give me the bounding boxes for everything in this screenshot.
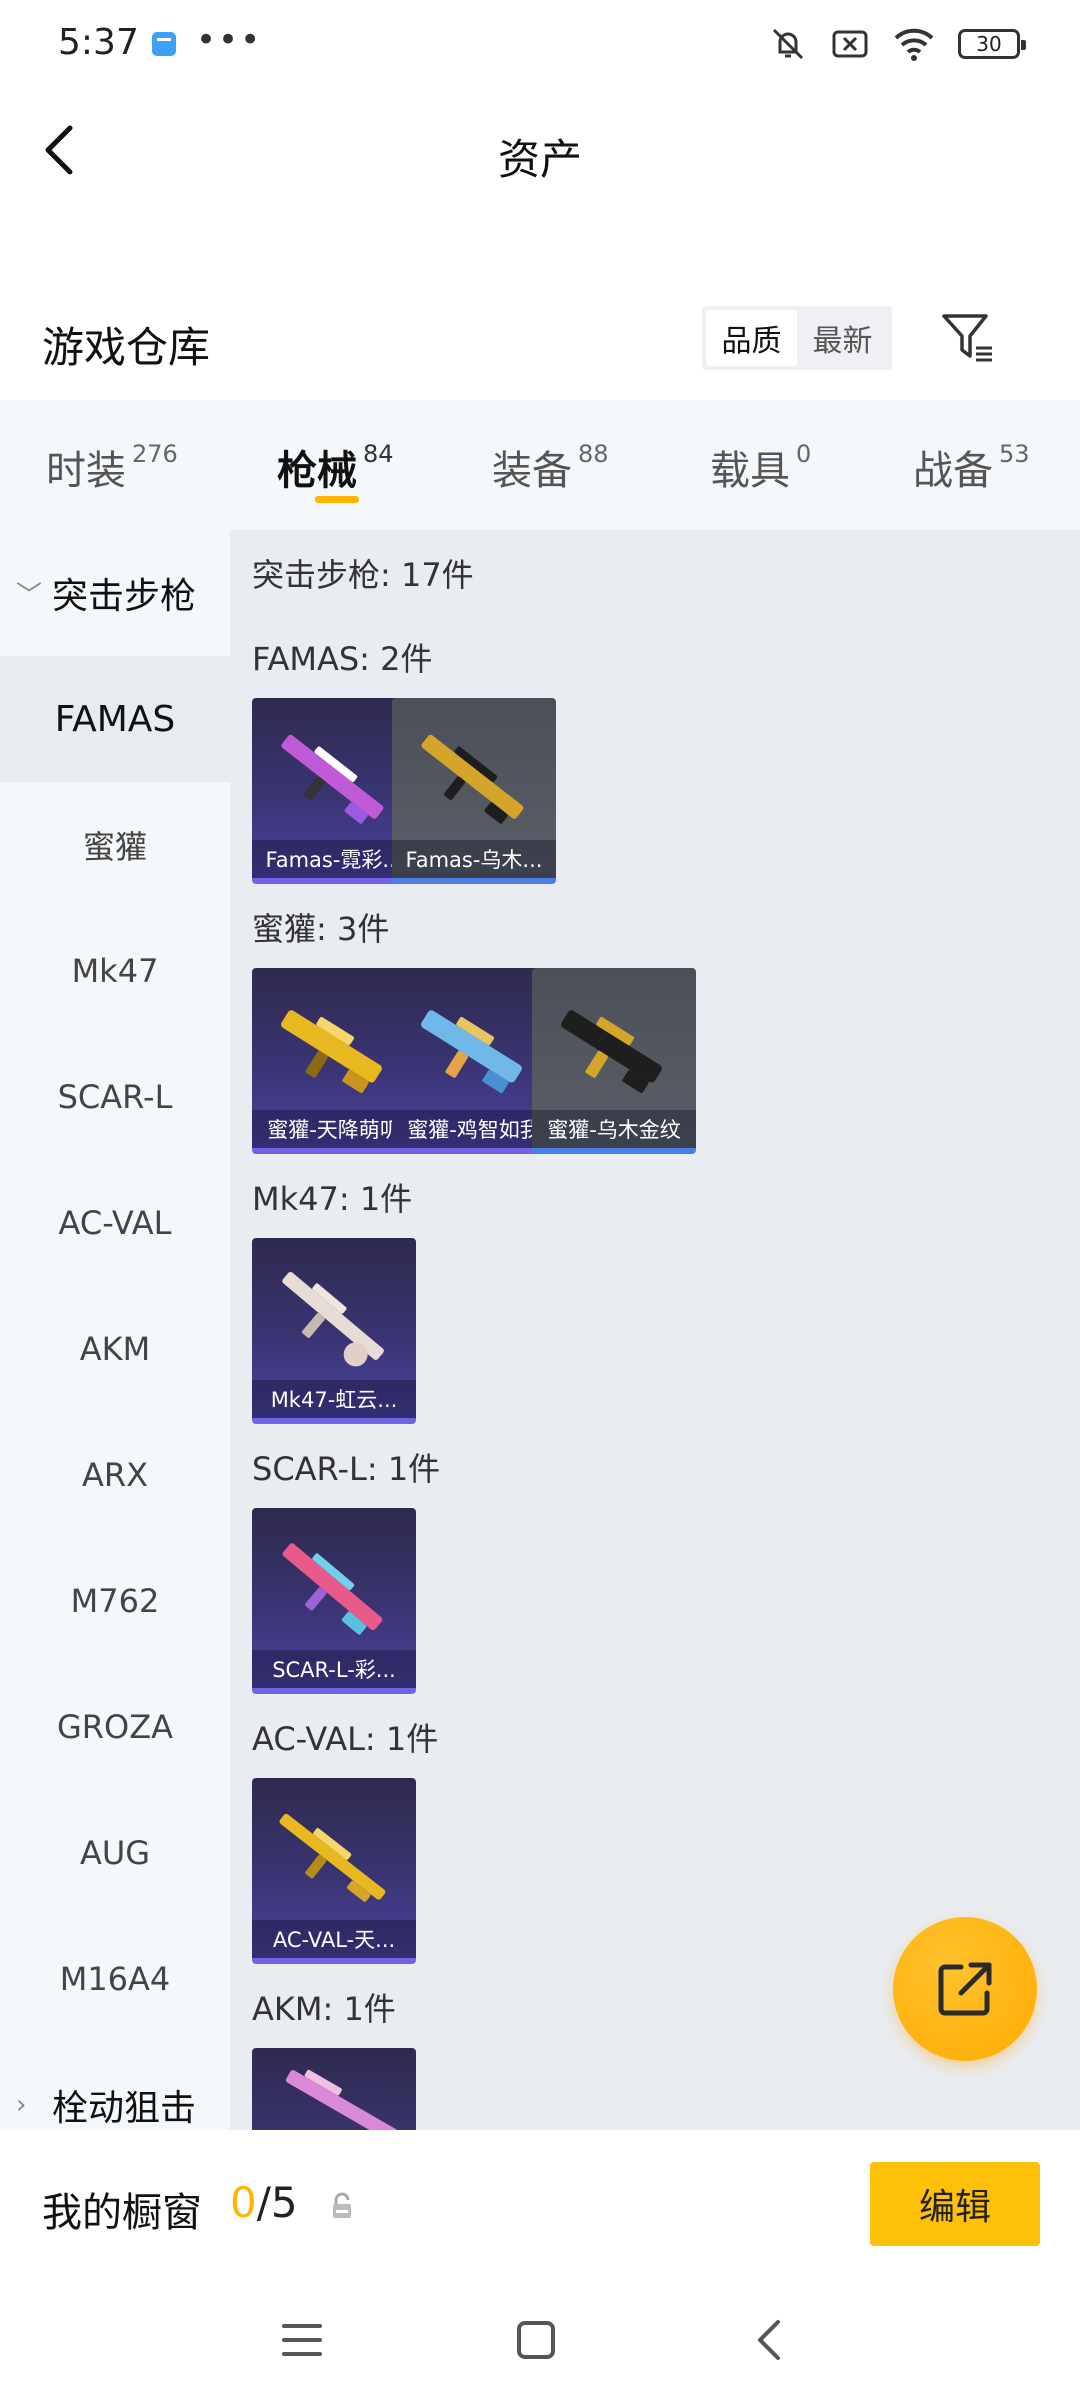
- sidebar-group-label: 突击步枪: [52, 576, 197, 617]
- app-notification-icon: [152, 32, 176, 56]
- tab-firearms[interactable]: 枪械 84: [277, 438, 394, 496]
- tab-equipment[interactable]: 装备 88: [492, 438, 609, 496]
- tab-label: 枪械: [277, 448, 357, 494]
- rifle-image-icon: [281, 1010, 382, 1094]
- section-header-mk47: Mk47: 1件: [252, 1180, 413, 1218]
- sidebar-item-akm[interactable]: AKM: [0, 1286, 230, 1412]
- page-header: 资产: [0, 90, 1080, 210]
- warehouse-header: 游戏仓库 品质 最新: [0, 290, 1080, 400]
- rifle-image-icon: [285, 2069, 402, 2130]
- section-header-scar-l: SCAR-L: 1件: [252, 1450, 441, 1488]
- wifi-icon: [894, 28, 934, 61]
- menu-icon[interactable]: [282, 2318, 322, 2362]
- weapon-card[interactable]: [252, 2048, 416, 2130]
- section-header-ac-val: AC-VAL: 1件: [252, 1720, 439, 1758]
- section-header-famas: FAMAS: 2件: [252, 640, 433, 678]
- filter-icon: [942, 314, 992, 362]
- sort-toggle: 品质 最新: [702, 306, 892, 370]
- showcase-bar: 我的橱窗 0/5 编辑: [0, 2130, 1080, 2280]
- sidebar-item-ac-val[interactable]: AC-VAL: [0, 1160, 230, 1286]
- rifle-image-icon: [561, 1010, 662, 1094]
- edit-showcase-button[interactable]: 编辑: [870, 2162, 1040, 2246]
- weapon-card-name: SCAR-L-彩...: [252, 1650, 416, 1688]
- showcase-count: 0/5: [230, 2178, 298, 2227]
- tab-label: 载具: [710, 448, 790, 494]
- sidebar-item-mk47[interactable]: Mk47: [0, 908, 230, 1034]
- more-notifications-icon: •••: [196, 20, 263, 60]
- active-tab-indicator: [315, 496, 359, 503]
- weapon-card-name: Famas-乌木...: [392, 840, 556, 878]
- tab-fashion[interactable]: 时装 276: [46, 438, 178, 496]
- group-header: 突击步枪: 17件: [252, 556, 474, 594]
- sidebar-item-m762[interactable]: M762: [0, 1538, 230, 1664]
- tab-count: 276: [132, 440, 178, 468]
- lock-icon: [333, 2192, 351, 2218]
- weapon-card[interactable]: 蜜獾-乌木金纹: [532, 968, 696, 1154]
- rifle-image-icon: [281, 734, 384, 824]
- back-nav-icon[interactable]: [754, 2318, 784, 2362]
- sort-by-quality[interactable]: 品质: [706, 310, 797, 366]
- showcase-label: 我的橱窗: [42, 2190, 202, 2236]
- rifle-image-icon: [282, 1271, 384, 1367]
- tab-count: 0: [796, 440, 812, 468]
- tab-label: 装备: [492, 448, 572, 494]
- tab-count: 88: [578, 440, 609, 468]
- system-navigation-bar: [0, 2280, 1080, 2400]
- tab-label: 战备: [913, 448, 993, 494]
- sidebar-item-honey-badger[interactable]: 蜜獾: [0, 782, 230, 908]
- sort-by-newest[interactable]: 最新: [797, 310, 888, 366]
- battery-level: 30: [976, 32, 1002, 56]
- share-button[interactable]: [893, 1917, 1037, 2061]
- no-sim-icon: [832, 30, 868, 58]
- section-header-akm: AKM: 1件: [252, 1990, 396, 2028]
- sidebar-item-m16a4[interactable]: M16A4: [0, 1916, 230, 2042]
- sidebar-item-arx[interactable]: ARX: [0, 1412, 230, 1538]
- sidebar-group-label: 栓动狙击: [52, 2088, 197, 2129]
- filter-button[interactable]: [940, 310, 996, 366]
- rifle-image-icon: [282, 1543, 383, 1635]
- weapon-list: 突击步枪: 17件 FAMAS: 2件 Famas-霓彩... Famas-乌木…: [230, 530, 1080, 2130]
- sidebar-group-bolt-action-sniper[interactable]: › 栓动狙击: [0, 2042, 230, 2130]
- tab-count: 53: [999, 440, 1030, 468]
- sidebar-item-groza[interactable]: GROZA: [0, 1664, 230, 1790]
- sidebar-group-assault-rifle[interactable]: ﹀ 突击步枪: [0, 530, 230, 656]
- share-icon: [938, 1962, 992, 2016]
- showcase-current: 0: [230, 2178, 257, 2227]
- tab-label: 时装: [46, 448, 126, 494]
- weapon-card[interactable]: Famas-乌木...: [392, 698, 556, 884]
- rifle-image-icon: [421, 734, 524, 824]
- rifle-image-icon: [279, 1813, 386, 1902]
- tab-vehicles[interactable]: 载具 0: [710, 438, 811, 496]
- status-bar: 5:37 ••• 30: [0, 0, 1080, 90]
- weapon-card-name: Mk47-虹云...: [252, 1380, 416, 1418]
- status-time: 5:37: [58, 22, 139, 63]
- chevron-down-icon: ﹀: [16, 580, 43, 611]
- home-icon[interactable]: [516, 2318, 556, 2362]
- tab-combat-gear[interactable]: 战备 53: [913, 438, 1030, 496]
- section-header-honey-badger: 蜜獾: 3件: [252, 910, 390, 948]
- weapon-card-name: 蜜獾-乌木金纹: [532, 1110, 696, 1148]
- category-tabs: 时装 276 枪械 84 装备 88 载具 0 战备 53: [0, 400, 1080, 530]
- warehouse-title: 游戏仓库: [42, 323, 211, 372]
- page-title: 资产: [497, 135, 582, 184]
- showcase-total: /5: [256, 2178, 298, 2227]
- rifle-image-icon: [421, 1010, 522, 1094]
- mute-vibrate-icon: [772, 28, 804, 60]
- chevron-right-icon: ›: [16, 2090, 27, 2120]
- weapon-card[interactable]: Mk47-虹云...: [252, 1238, 416, 1424]
- battery-icon: 30: [958, 29, 1026, 59]
- sidebar-item-aug[interactable]: AUG: [0, 1790, 230, 1916]
- weapon-card[interactable]: SCAR-L-彩...: [252, 1508, 416, 1694]
- sidebar-item-famas[interactable]: FAMAS: [0, 656, 230, 782]
- weapon-card[interactable]: AC-VAL-天...: [252, 1778, 416, 1964]
- weapon-card-name: AC-VAL-天...: [252, 1920, 416, 1958]
- sidebar-item-scar-l[interactable]: SCAR-L: [0, 1034, 230, 1160]
- tab-count: 84: [363, 440, 394, 468]
- weapon-type-sidebar: ﹀ 突击步枪 FAMAS 蜜獾 Mk47 SCAR-L AC-VAL AKM A…: [0, 530, 230, 2130]
